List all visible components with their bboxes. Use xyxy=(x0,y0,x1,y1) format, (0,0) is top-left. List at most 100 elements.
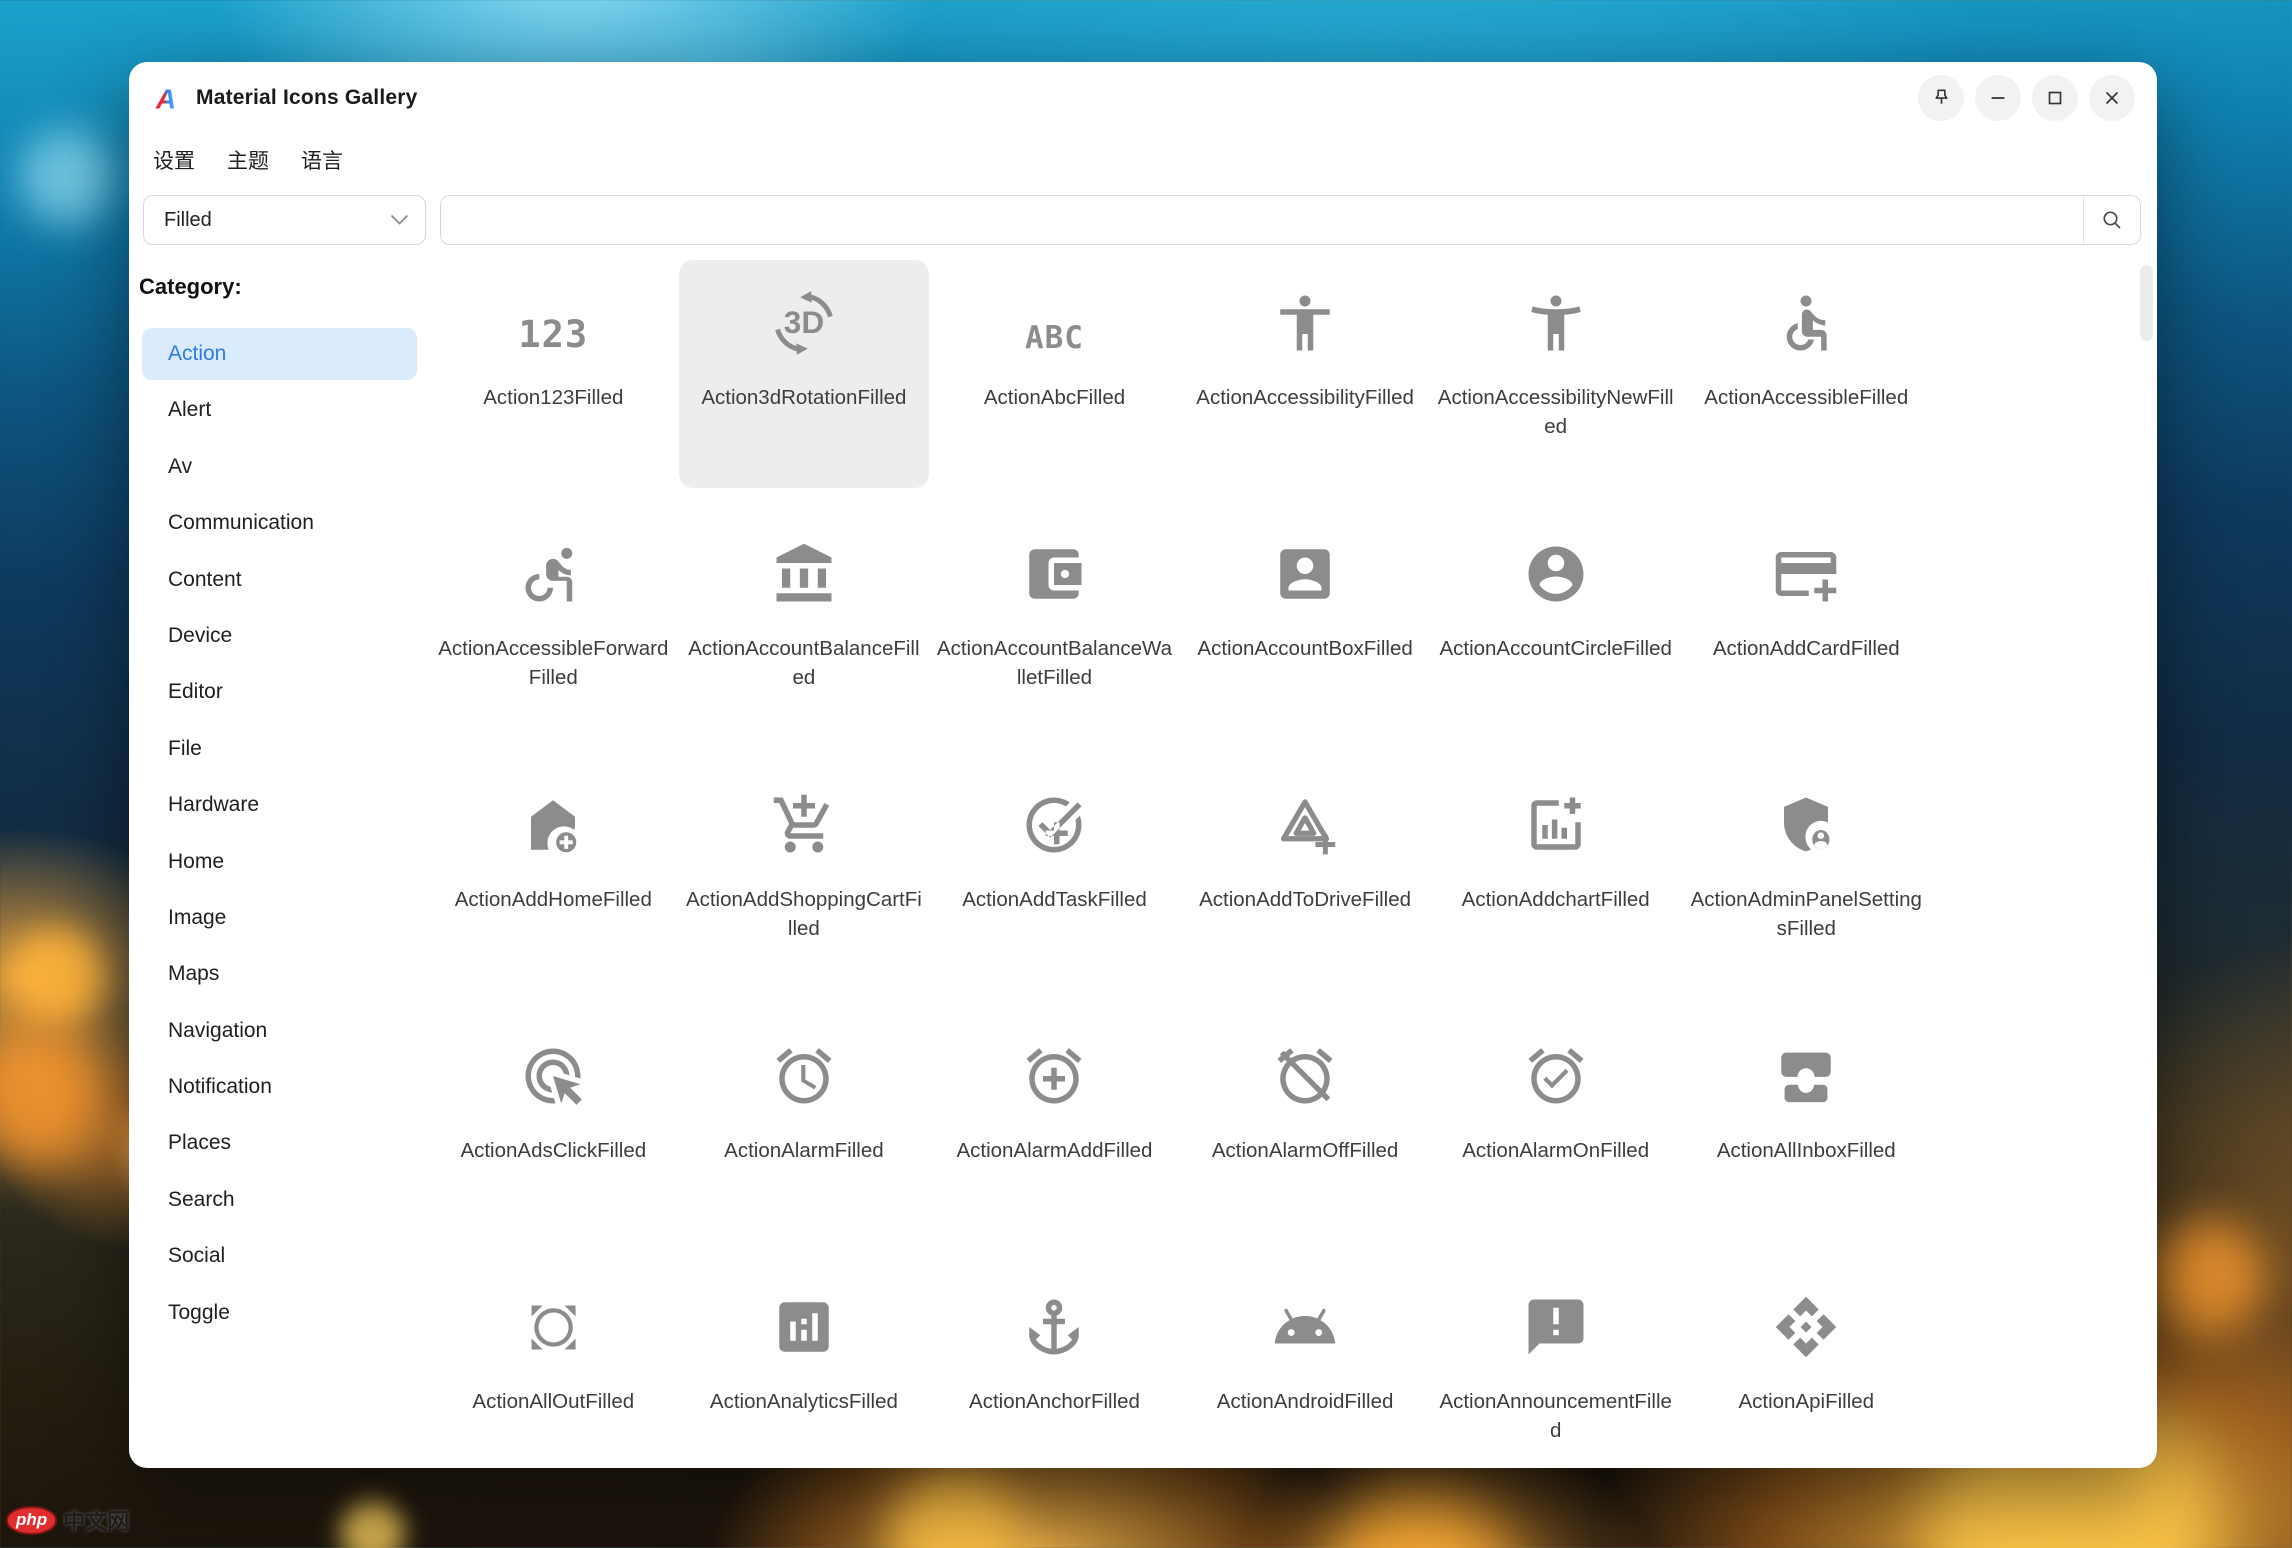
icon-cell-ActionAdminPanelSettingsFilled[interactable]: ActionAdminPanelSettingsFilled xyxy=(1681,762,1932,1013)
icon-cell-ActionAccessibleFilled[interactable]: ActionAccessibleFilled xyxy=(1681,260,1932,511)
icon-grid: 123Action123Filled3DAction3dRotationFill… xyxy=(428,260,1932,1468)
sidebar-item-action[interactable]: Action xyxy=(142,328,417,380)
icon-cell-ActionAnchorFilled[interactable]: ActionAnchorFilled xyxy=(929,1264,1180,1468)
accessible-icon xyxy=(1773,260,1839,356)
api-icon xyxy=(1773,1264,1839,1360)
sidebar-item-editor[interactable]: Editor xyxy=(142,666,417,718)
icon-cell-ActionAddchartFilled[interactable]: ActionAddchartFilled xyxy=(1430,762,1681,1013)
icon-cell-ActionAlarmOnFilled[interactable]: ActionAlarmOnFilled xyxy=(1430,1013,1681,1264)
icon-cell-ActionAndroidFilled[interactable]: ActionAndroidFilled xyxy=(1180,1264,1431,1468)
app-window: A Material Icons Gallery xyxy=(129,62,2157,1468)
icon-cell-ActionAlarmFilled[interactable]: ActionAlarmFilled xyxy=(679,1013,930,1264)
php-logo: php xyxy=(6,1506,57,1535)
sidebar-item-device[interactable]: Device xyxy=(142,610,417,662)
icon-cell-Action123Filled[interactable]: 123Action123Filled xyxy=(428,260,679,511)
titlebar: A Material Icons Gallery xyxy=(129,62,2157,134)
scrollbar-thumb[interactable] xyxy=(2140,265,2153,341)
svg-text:A: A xyxy=(155,83,176,113)
sidebar-item-image[interactable]: Image xyxy=(142,892,417,944)
watermark-text: 中文网 xyxy=(63,1504,129,1536)
icon-cell-ActionAlarmAddFilled[interactable]: ActionAlarmAddFilled xyxy=(929,1013,1180,1264)
bokeh-light xyxy=(0,1020,110,1170)
alarm-on-icon xyxy=(1523,1013,1589,1109)
icon-cell-ActionAbcFilled[interactable]: ABCActionAbcFilled xyxy=(929,260,1180,511)
sidebar-item-places[interactable]: Places xyxy=(142,1117,417,1169)
icon-cell-ActionAnnouncementFilled[interactable]: ActionAnnouncementFilled xyxy=(1430,1264,1681,1468)
sidebar-item-search[interactable]: Search xyxy=(142,1174,417,1226)
pin-icon xyxy=(1930,87,1953,110)
icon-label: ActionAllOutFilled xyxy=(472,1387,634,1416)
icon-cell-ActionAccessibilityFilled[interactable]: ActionAccessibilityFilled xyxy=(1180,260,1431,511)
bokeh-light xyxy=(340,1500,405,1548)
icon-label: ActionAlarmFilled xyxy=(724,1136,884,1165)
icon-cell-ActionAlarmOffFilled[interactable]: ActionAlarmOffFilled xyxy=(1180,1013,1431,1264)
icon-label: ActionAddHomeFilled xyxy=(455,885,652,914)
sidebar-item-label: Home xyxy=(168,850,224,874)
maximize-button[interactable] xyxy=(2032,75,2078,121)
sidebar-item-toggle[interactable]: Toggle xyxy=(142,1287,417,1339)
icon-cell-ActionAddShoppingCartFilled[interactable]: ActionAddShoppingCartFilled xyxy=(679,762,930,1013)
all-inbox-icon xyxy=(1773,1013,1839,1109)
search-icon xyxy=(2100,208,2124,232)
icon-cell-ActionAdsClickFilled[interactable]: ActionAdsClickFilled xyxy=(428,1013,679,1264)
watermark: php 中文网 xyxy=(6,1504,129,1536)
sidebar-item-av[interactable]: Av xyxy=(142,441,417,493)
alarm-add-icon xyxy=(1021,1013,1087,1109)
sidebar-item-maps[interactable]: Maps xyxy=(142,948,417,1000)
close-button[interactable] xyxy=(2089,75,2135,121)
sidebar-item-file[interactable]: File xyxy=(142,723,417,775)
icon-cell-ActionAccountBalanceWalletFilled[interactable]: ActionAccountBalanceWalletFilled xyxy=(929,511,1180,762)
icon-cell-ActionAccessibilityNewFilled[interactable]: ActionAccessibilityNewFilled xyxy=(1430,260,1681,511)
sidebar-item-label: File xyxy=(168,737,202,761)
sidebar-item-label: Notification xyxy=(168,1075,272,1099)
icon-cell-ActionApiFilled[interactable]: ActionApiFilled xyxy=(1681,1264,1932,1468)
icon-label: ActionAndroidFilled xyxy=(1217,1387,1394,1416)
icon-cell-ActionAccountBalanceFilled[interactable]: ActionAccountBalanceFilled xyxy=(679,511,930,762)
icon-cell-ActionAccountCircleFilled[interactable]: ActionAccountCircleFilled xyxy=(1430,511,1681,762)
sidebar-item-content[interactable]: Content xyxy=(142,554,417,606)
pin-window-button[interactable] xyxy=(1918,75,1964,121)
icon-label: ActionAccountCircleFilled xyxy=(1439,634,1671,663)
icon-cell-ActionAddHomeFilled[interactable]: ActionAddHomeFilled xyxy=(428,762,679,1013)
search-button[interactable] xyxy=(2083,196,2140,244)
android-icon xyxy=(1272,1264,1338,1360)
sidebar-item-social[interactable]: Social xyxy=(142,1230,417,1282)
sidebar-item-label: Maps xyxy=(168,962,219,986)
category-header: Category: xyxy=(139,274,429,300)
icon-cell-ActionAllOutFilled[interactable]: ActionAllOutFilled xyxy=(428,1264,679,1468)
icon-cell-ActionAddTaskFilled[interactable]: ActionAddTaskFilled xyxy=(929,762,1180,1013)
minimize-button[interactable] xyxy=(1975,75,2021,121)
sidebar-item-notification[interactable]: Notification xyxy=(142,1061,417,1113)
announcement-icon xyxy=(1523,1264,1589,1360)
icon-cell-ActionAnalyticsFilled[interactable]: ActionAnalyticsFilled xyxy=(679,1264,930,1468)
sidebar-item-hardware[interactable]: Hardware xyxy=(142,779,417,831)
icon-cell-Action3dRotationFilled[interactable]: 3DAction3dRotationFilled xyxy=(679,260,930,488)
icon-label: ActionAccountBalanceWalletFilled xyxy=(935,634,1173,692)
icon-cell-ActionAddCardFilled[interactable]: ActionAddCardFilled xyxy=(1681,511,1932,762)
123-icon: 123 xyxy=(518,260,588,356)
sidebar-item-home[interactable]: Home xyxy=(142,836,417,888)
svg-text:3D: 3D xyxy=(784,304,824,340)
icon-cell-ActionAddToDriveFilled[interactable]: ActionAddToDriveFilled xyxy=(1180,762,1431,1013)
menu-item-1[interactable]: 主题 xyxy=(227,145,269,175)
icon-label: ActionAdsClickFilled xyxy=(460,1136,646,1165)
accessibility-new-icon xyxy=(1523,260,1589,356)
icon-cell-ActionAllInboxFilled[interactable]: ActionAllInboxFilled xyxy=(1681,1013,1932,1264)
search-input[interactable] xyxy=(441,196,2083,244)
sidebar-item-communication[interactable]: Communication xyxy=(142,497,417,549)
add-to-drive-icon xyxy=(1272,762,1338,858)
bokeh-light xyxy=(890,1470,1020,1548)
account-balance-wallet-icon xyxy=(1021,511,1087,607)
menu-item-0[interactable]: 设置 xyxy=(153,145,195,175)
menu-item-2[interactable]: 语言 xyxy=(301,145,343,175)
close-icon xyxy=(2101,87,2123,109)
sidebar-item-navigation[interactable]: Navigation xyxy=(142,1005,417,1057)
icon-label: ActionAddchartFilled xyxy=(1462,885,1650,914)
icon-cell-ActionAccessibleForwardFilled[interactable]: ActionAccessibleForwardFilled xyxy=(428,511,679,762)
sidebar-item-label: Alert xyxy=(168,398,211,422)
variant-dropdown[interactable]: Filled xyxy=(143,195,426,245)
sidebar-item-alert[interactable]: Alert xyxy=(142,384,417,436)
bokeh-light xyxy=(20,130,115,225)
icon-cell-ActionAccountBoxFilled[interactable]: ActionAccountBoxFilled xyxy=(1180,511,1431,762)
sidebar-item-label: Search xyxy=(168,1188,235,1212)
